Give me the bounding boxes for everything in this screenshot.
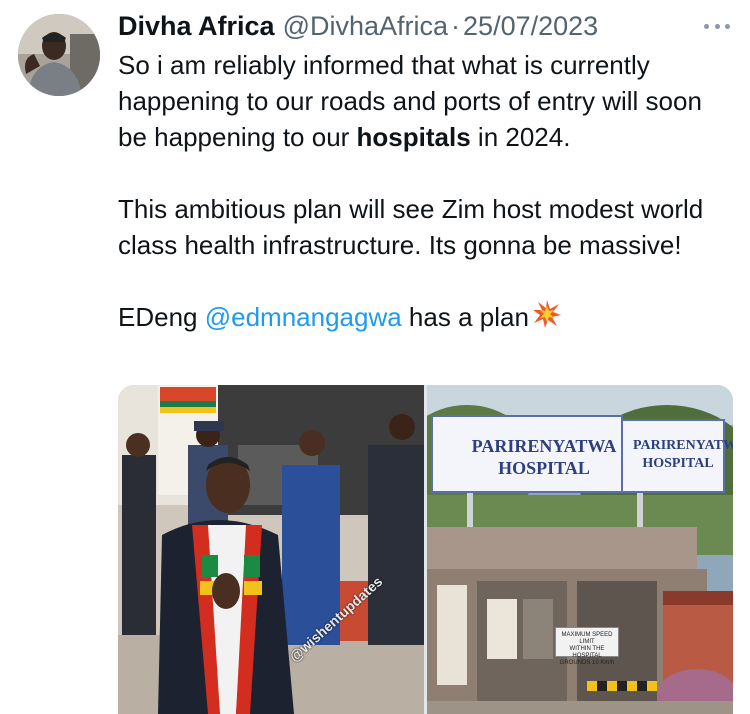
- text-segment: EDeng: [118, 302, 205, 332]
- sparkle-burst-icon: [532, 299, 562, 338]
- sign-text: MAXIMUM SPEED LIMIT: [561, 632, 613, 645]
- tweet-paragraph-2: This ambitious plan will see Zim host mo…: [118, 194, 704, 260]
- sign-text: HOSPITAL: [642, 456, 714, 471]
- media-photo-right[interactable]: PARIRENYATWA HOSPITAL PARIRENYATWA HOSPI…: [427, 385, 733, 714]
- more-dot: [725, 23, 730, 29]
- sign-text: GROUNDS 10 Km/h: [559, 660, 615, 666]
- bold-text: hospitals: [356, 122, 471, 152]
- more-horizontal-icon[interactable]: [700, 14, 734, 38]
- media-photo-left[interactable]: @wishentupdates: [118, 385, 424, 714]
- more-dot: [714, 23, 720, 29]
- tweet-header: Divha Africa @DivhaAfrica · 25/07/2023: [118, 8, 598, 44]
- tweet-card[interactable]: Divha Africa @DivhaAfrica · 25/07/2023 S…: [0, 0, 750, 714]
- photo-crowd-scene: [118, 385, 424, 714]
- tweet-text: So i am reliably informed that what is c…: [118, 47, 738, 338]
- tweet-date[interactable]: 25/07/2023: [463, 8, 598, 44]
- mention-link[interactable]: @edmnangagwa: [205, 302, 402, 332]
- speed-limit-sign: MAXIMUM SPEED LIMIT WITHIN THE HOSPITAL …: [555, 627, 619, 666]
- tweet-paragraph-3: EDeng @edmnangagwa has a plan: [118, 299, 738, 338]
- sign-text: WITHIN THE HOSPITAL: [569, 646, 605, 659]
- hospital-sign-main: PARIRENYATWA HOSPITAL: [431, 415, 623, 493]
- text-segment: in 2024.: [470, 122, 571, 152]
- sign-text: PARIRENYATWA: [633, 438, 733, 453]
- user-avatar[interactable]: [18, 14, 100, 96]
- tweet-media-grid[interactable]: @wishentupdates PARIRENYAT HOSPITAL PARI…: [118, 385, 733, 714]
- avatar-photo: [18, 14, 100, 96]
- display-name[interactable]: Divha Africa: [118, 8, 275, 44]
- more-dot: [704, 23, 709, 29]
- sign-text: PARIRENYATWA: [471, 436, 617, 456]
- tweet-paragraph-1: So i am reliably informed that what is c…: [118, 47, 738, 155]
- sign-text: HOSPITAL: [498, 458, 590, 478]
- text-segment: has a plan: [401, 302, 529, 332]
- user-handle[interactable]: @DivhaAfrica: [283, 8, 448, 44]
- separator-dot: ·: [451, 11, 461, 41]
